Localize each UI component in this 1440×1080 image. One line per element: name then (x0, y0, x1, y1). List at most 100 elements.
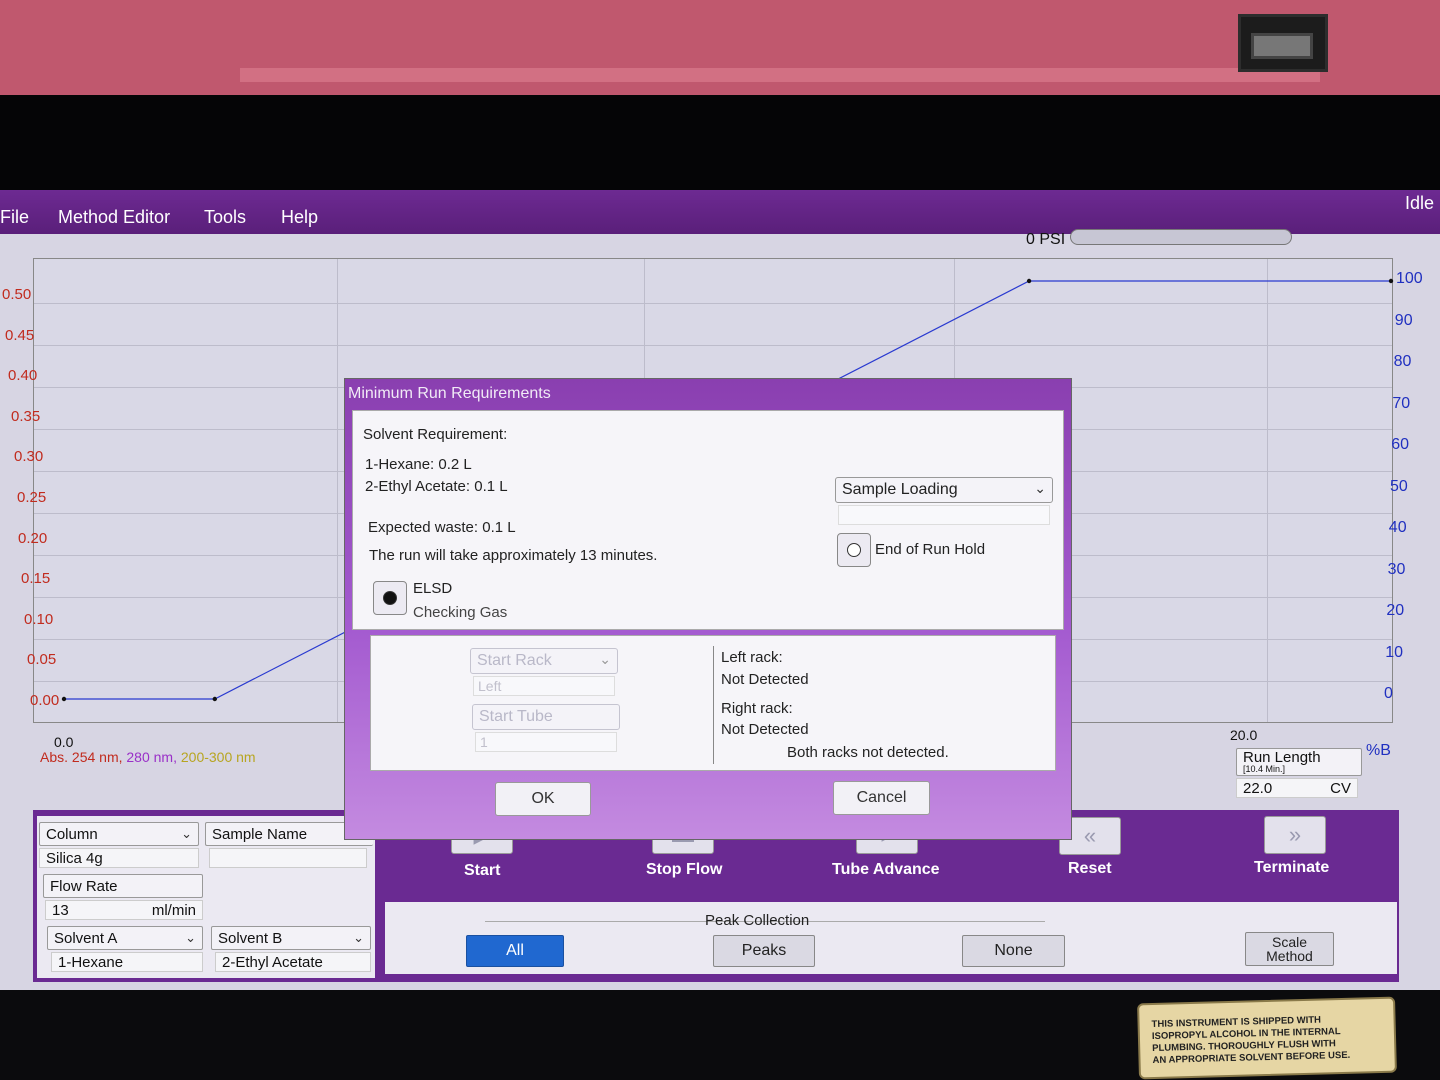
solvent-b-field[interactable]: 2-Ethyl Acetate (215, 952, 371, 972)
menu-help[interactable]: Help (281, 207, 318, 228)
status-label: Idle (1404, 193, 1434, 213)
peak-collection-title: Peak Collection (705, 912, 810, 929)
dialog-title: Minimum Run Requirements (348, 385, 551, 402)
fast-forward-icon: » (1288, 822, 1302, 847)
cancel-button[interactable]: Cancel (833, 781, 930, 815)
elsd-label: ELSD (413, 580, 453, 597)
start-tube-field[interactable]: Start Tube (472, 704, 620, 730)
scale-method-label-2: Method (1266, 948, 1313, 964)
pressure-gauge (1070, 229, 1292, 245)
scale-method-button[interactable]: Scale Method (1245, 932, 1334, 966)
start-label: Start (464, 862, 501, 879)
right-axis-tick: 30 (1387, 560, 1406, 578)
legend-200-300: 200-300 nm (180, 749, 256, 765)
sample-loading-value[interactable] (838, 505, 1050, 525)
column-dropdown[interactable]: Column ⌄ (39, 822, 199, 846)
tube-advance-label: Tube Advance (832, 861, 940, 878)
menu-method-editor[interactable]: Method Editor (58, 207, 170, 228)
start-rack-dropdown[interactable]: Start Rack ⌄ (470, 648, 618, 674)
menu-bar: File Method Editor Tools Help Idle (0, 190, 1440, 234)
left-axis-tick: 0.20 (18, 529, 48, 547)
radio-dot (847, 543, 861, 557)
menu-file[interactable]: File (0, 207, 29, 228)
right-axis-tick: 40 (1388, 519, 1407, 536)
chevron-down-icon: ⌄ (1034, 480, 1046, 496)
sample-loading-label: Sample Loading (842, 481, 958, 498)
run-duration: The run will take approximately 13 minut… (369, 547, 658, 564)
end-of-run-hold-label: End of Run Hold (875, 541, 986, 558)
left-axis-tick: 0.00 (30, 692, 60, 709)
right-axis-tick: 90 (1394, 311, 1413, 329)
solvent-a-label: Solvent A (54, 930, 118, 947)
solvent-requirement-heading: Solvent Requirement: (363, 426, 508, 443)
right-axis-tick: 20 (1386, 602, 1405, 619)
legend-280: 280 nm, (126, 749, 177, 765)
left-axis-tick: 0.25 (17, 489, 47, 506)
flow-rate-value: 13 (52, 902, 69, 919)
absorbance-legend: Abs. 254 nm, 280 nm, 200-300 nm (40, 749, 256, 765)
collect-peaks-button[interactable]: Peaks (713, 935, 815, 967)
left-axis-tick: 0.45 (5, 326, 35, 344)
run-length-button[interactable]: Run Length [10.4 Min.] (1236, 748, 1362, 776)
run-length-label: Run Length (1243, 749, 1321, 766)
collect-none-button[interactable]: None (962, 935, 1065, 967)
menu-tools[interactable]: Tools (204, 207, 246, 228)
right-axis-tick: 10 (1385, 643, 1403, 661)
end-of-run-hold-radio[interactable] (837, 533, 871, 567)
reset-label: Reset (1068, 860, 1112, 877)
chevron-down-icon: ⌄ (599, 651, 611, 667)
run-length-field[interactable]: 22.0 CV (1236, 778, 1358, 798)
ok-button[interactable]: OK (495, 782, 591, 816)
start-tube-value[interactable]: 1 (475, 732, 617, 752)
flow-rate-unit: ml/min (151, 902, 196, 919)
collect-all-button[interactable]: All (466, 935, 564, 967)
scale-method-label-1: Scale (1271, 934, 1308, 950)
gradient-point (1026, 278, 1032, 284)
requirements-panel: Solvent Requirement: 1-Hexane: 0.2 L 2-E… (352, 410, 1064, 630)
right-axis-tick: 100 (1396, 270, 1423, 287)
start-rack-value[interactable]: Left (473, 676, 615, 696)
method-parameters: Column ⌄ Silica 4g Sample Name Flow Rate … (37, 816, 375, 978)
right-axis-tick: 0 (1384, 685, 1393, 702)
flow-rate-field[interactable]: 13 ml/min (45, 900, 203, 920)
solvent-1-requirement: 1-Hexane: 0.2 L (365, 456, 472, 473)
housing-ledge (240, 68, 1320, 82)
flow-rate-label: Flow Rate (43, 874, 203, 898)
screen-bezel (0, 95, 1440, 195)
left-axis-tick: 0.50 (2, 286, 32, 303)
right-axis-tick: 60 (1391, 436, 1409, 453)
solvent-a-dropdown[interactable]: Solvent A ⌄ (47, 926, 203, 950)
legend-254: 254 nm, (71, 749, 123, 765)
terminate-button[interactable]: » (1264, 816, 1326, 854)
usb-port (1238, 14, 1328, 72)
left-axis-tick: 0.15 (21, 570, 51, 588)
chevron-down-icon: ⌄ (181, 826, 192, 841)
right-axis-tick: 80 (1393, 353, 1412, 370)
solvent-b-dropdown[interactable]: Solvent B ⌄ (211, 926, 371, 950)
solvent-a-field[interactable]: 1-Hexane (51, 952, 203, 972)
run-length-minutes: [10.4 Min.] (1243, 764, 1286, 774)
elsd-radio[interactable] (373, 581, 407, 615)
terminate-label: Terminate (1254, 859, 1330, 876)
left-rack-label: Left rack: (721, 649, 783, 666)
stop-flow-label: Stop Flow (646, 861, 723, 878)
sample-name-field[interactable] (209, 848, 367, 868)
left-axis-tick: 0.10 (24, 610, 54, 628)
racks-message: Both racks not detected. (787, 744, 949, 761)
rack-panel: Start Rack ⌄ Left Start Tube 1 Left rack:… (370, 635, 1056, 771)
gradient-point (212, 696, 217, 702)
column-field[interactable]: Silica 4g (39, 848, 199, 868)
left-rack-status: Not Detected (721, 671, 809, 688)
warning-sticker: THIS INSTRUMENT IS SHIPPED WITH ISOPROPY… (1137, 996, 1397, 1080)
start-rack-label: Start Rack (477, 652, 552, 669)
rewind-icon: « (1083, 823, 1097, 848)
instrument-housing (0, 0, 1440, 95)
touchscreen: File Method Editor Tools Help Idle 0 PSI… (0, 190, 1440, 990)
right-axis-tick: 50 (1390, 477, 1408, 495)
peak-collection-panel: Peak Collection All Peaks None Scale Met… (385, 902, 1397, 974)
solvent-2-requirement: 2-Ethyl Acetate: 0.1 L (365, 478, 508, 495)
expected-waste: Expected waste: 0.1 L (368, 519, 516, 536)
pressure-label: 0 PSI (1026, 231, 1066, 248)
start-tube-label: Start Tube (479, 708, 553, 725)
sample-loading-dropdown[interactable]: Sample Loading ⌄ (835, 477, 1053, 503)
